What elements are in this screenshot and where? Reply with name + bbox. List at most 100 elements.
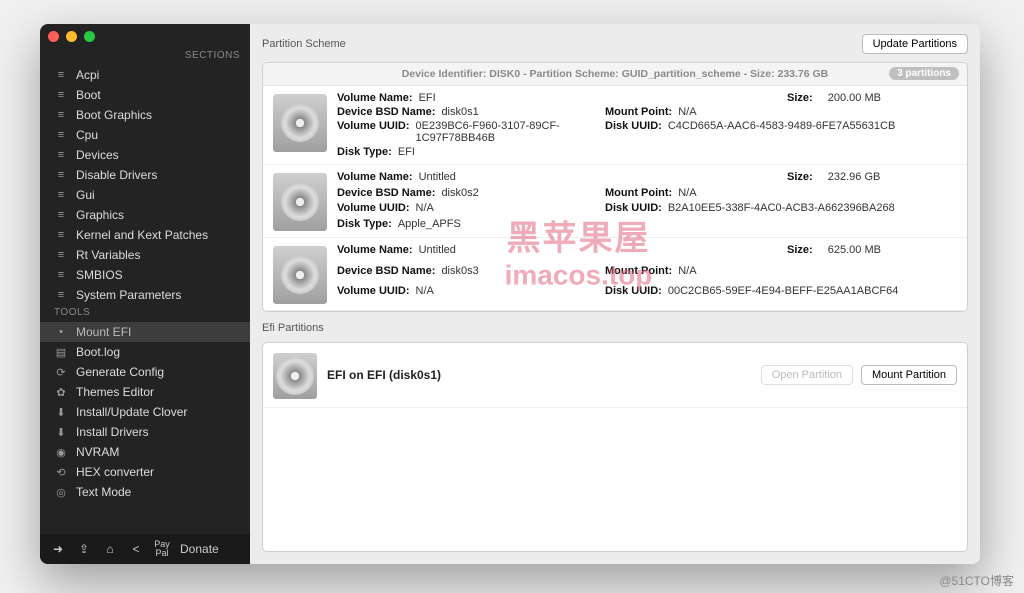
partition-info: Volume Name:Untitled Size: 625.00 MB Dev… bbox=[337, 244, 957, 304]
drive-icon bbox=[273, 173, 327, 231]
list-icon: ≡ bbox=[54, 149, 68, 161]
list-icon: ≡ bbox=[54, 249, 68, 261]
list-icon: ⟳ bbox=[54, 366, 68, 379]
partition-scheme-box[interactable]: Device Identifier: DISK0 - Partition Sch… bbox=[262, 62, 968, 312]
sidebar-item[interactable]: ⬇ Install Drivers bbox=[40, 422, 250, 442]
partition-info: Volume Name:Untitled Size: 232.96 GB Dev… bbox=[337, 171, 957, 231]
sidebar-item-label: Boot.log bbox=[76, 345, 120, 359]
sidebar-item-label: Text Mode bbox=[76, 485, 131, 499]
list-icon: ⬇ bbox=[54, 406, 68, 419]
paypal-icon[interactable]: PayPal bbox=[154, 540, 170, 558]
tools-header: TOOLS bbox=[40, 305, 250, 322]
list-icon: ≡ bbox=[54, 269, 68, 281]
sidebar-item-label: NVRAM bbox=[76, 445, 119, 459]
sidebar-item-label: Install/Update Clover bbox=[76, 405, 187, 419]
drive-icon bbox=[273, 353, 317, 399]
efi-partitions-label: Efi Partitions bbox=[262, 322, 968, 334]
sidebar-item-label: Boot bbox=[76, 88, 101, 102]
sidebar-item-label: Rt Variables bbox=[76, 248, 140, 262]
disk-meta-text: Device Identifier: DISK0 - Partition Sch… bbox=[402, 68, 829, 80]
list-icon: ≡ bbox=[54, 229, 68, 241]
sidebar-item-label: Boot Graphics bbox=[76, 108, 152, 122]
sidebar-item[interactable]: • Mount EFI bbox=[40, 322, 250, 342]
sidebar-item[interactable]: ≡ SMBIOS bbox=[40, 265, 250, 285]
sections-header: SECTIONS bbox=[40, 48, 250, 65]
partition-row[interactable]: Volume Name:Untitled Size: 232.96 GB Dev… bbox=[263, 165, 967, 238]
efi-partition-row[interactable]: EFI on EFI (disk0s1) Open Partition Moun… bbox=[263, 343, 967, 408]
close-icon[interactable] bbox=[48, 31, 59, 42]
sidebar-item-label: System Parameters bbox=[76, 288, 181, 302]
sidebar-item[interactable]: ▤ Boot.log bbox=[40, 342, 250, 362]
credits-text: @51CTO博客 bbox=[939, 572, 1014, 589]
sidebar-item[interactable]: ≡ Disable Drivers bbox=[40, 165, 250, 185]
sidebar-item-label: Themes Editor bbox=[76, 385, 154, 399]
update-partitions-button[interactable]: Update Partitions bbox=[862, 34, 968, 54]
import-icon[interactable]: ⇪ bbox=[76, 542, 92, 556]
sidebar: SECTIONS ≡Acpi≡Boot≡Boot Graphics≡Cpu≡De… bbox=[40, 24, 250, 564]
efi-partitions-box: EFI on EFI (disk0s1) Open Partition Moun… bbox=[262, 342, 968, 552]
sidebar-item-label: Mount EFI bbox=[76, 325, 131, 339]
sidebar-item-label: HEX converter bbox=[76, 465, 154, 479]
app-window: SECTIONS ≡Acpi≡Boot≡Boot Graphics≡Cpu≡De… bbox=[40, 24, 980, 564]
sidebar-item-label: Graphics bbox=[76, 208, 124, 222]
export-icon[interactable]: ➜ bbox=[50, 542, 66, 556]
open-partition-button[interactable]: Open Partition bbox=[761, 365, 853, 385]
sidebar-item[interactable]: ≡ Gui bbox=[40, 185, 250, 205]
share-icon[interactable]: < bbox=[128, 542, 144, 556]
drive-icon bbox=[273, 246, 327, 304]
sidebar-item[interactable]: ≡ Acpi bbox=[40, 65, 250, 85]
list-icon: ◎ bbox=[54, 486, 68, 499]
list-icon: ≡ bbox=[54, 129, 68, 141]
sidebar-item-label: Generate Config bbox=[76, 365, 164, 379]
mount-partition-button[interactable]: Mount Partition bbox=[861, 365, 957, 385]
window-controls bbox=[40, 24, 250, 48]
donate-button[interactable]: Donate bbox=[180, 542, 219, 556]
drive-icon bbox=[273, 94, 327, 152]
sidebar-item[interactable]: ⟳ Generate Config bbox=[40, 362, 250, 382]
list-icon: ⬇ bbox=[54, 426, 68, 439]
list-icon: ⟲ bbox=[54, 466, 68, 479]
list-icon: ≡ bbox=[54, 169, 68, 181]
main-panel: Partition Scheme Update Partitions Devic… bbox=[250, 24, 980, 564]
sidebar-item[interactable]: ≡ System Parameters bbox=[40, 285, 250, 305]
sidebar-item[interactable]: ◎ Text Mode bbox=[40, 482, 250, 502]
list-icon: ≡ bbox=[54, 69, 68, 81]
list-icon: ✿ bbox=[54, 386, 68, 399]
sidebar-item-label: Kernel and Kext Patches bbox=[76, 228, 208, 242]
list-icon: ▤ bbox=[54, 346, 68, 359]
sidebar-item[interactable]: ≡ Kernel and Kext Patches bbox=[40, 225, 250, 245]
sidebar-item[interactable]: ≡ Devices bbox=[40, 145, 250, 165]
partition-info: Volume Name:EFI Size: 200.00 MB Device B… bbox=[337, 92, 957, 158]
minimize-icon[interactable] bbox=[66, 31, 77, 42]
disk-meta-bar: Device Identifier: DISK0 - Partition Sch… bbox=[263, 63, 967, 86]
partition-row[interactable]: Volume Name:EFI Size: 200.00 MB Device B… bbox=[263, 86, 967, 165]
sidebar-item-label: Acpi bbox=[76, 68, 99, 82]
list-icon: ≡ bbox=[54, 209, 68, 221]
efi-partition-title: EFI on EFI (disk0s1) bbox=[327, 368, 441, 382]
list-icon: ◉ bbox=[54, 446, 68, 459]
partition-scheme-label: Partition Scheme bbox=[262, 38, 346, 50]
partition-count-badge: 3 partitions bbox=[889, 67, 959, 80]
sidebar-item[interactable]: ≡ Rt Variables bbox=[40, 245, 250, 265]
bottom-toolbar: ➜ ⇪ ⌂ < PayPal Donate bbox=[40, 534, 250, 564]
sidebar-item[interactable]: ⟲ HEX converter bbox=[40, 462, 250, 482]
list-icon: ≡ bbox=[54, 289, 68, 301]
sidebar-item[interactable]: ◉ NVRAM bbox=[40, 442, 250, 462]
sidebar-item-label: Gui bbox=[76, 188, 95, 202]
home-icon[interactable]: ⌂ bbox=[102, 542, 118, 556]
sidebar-item[interactable]: ✿ Themes Editor bbox=[40, 382, 250, 402]
list-icon: ≡ bbox=[54, 189, 68, 201]
sidebar-item[interactable]: ⬇ Install/Update Clover bbox=[40, 402, 250, 422]
sidebar-item[interactable]: ≡Cpu bbox=[40, 125, 250, 145]
sidebar-item-label: Devices bbox=[76, 148, 119, 162]
sidebar-item[interactable]: ≡Boot Graphics bbox=[40, 105, 250, 125]
partition-row[interactable]: Volume Name:Untitled Size: 625.00 MB Dev… bbox=[263, 238, 967, 311]
list-icon: ≡ bbox=[54, 89, 68, 101]
sidebar-item[interactable]: ≡ Boot bbox=[40, 85, 250, 105]
sidebar-item-label: Install Drivers bbox=[76, 425, 149, 439]
sidebar-item-label: SMBIOS bbox=[76, 268, 123, 282]
sidebar-item[interactable]: ≡ Graphics bbox=[40, 205, 250, 225]
zoom-icon[interactable] bbox=[84, 31, 95, 42]
sidebar-item-label: Disable Drivers bbox=[76, 168, 157, 182]
list-icon: • bbox=[54, 326, 68, 338]
